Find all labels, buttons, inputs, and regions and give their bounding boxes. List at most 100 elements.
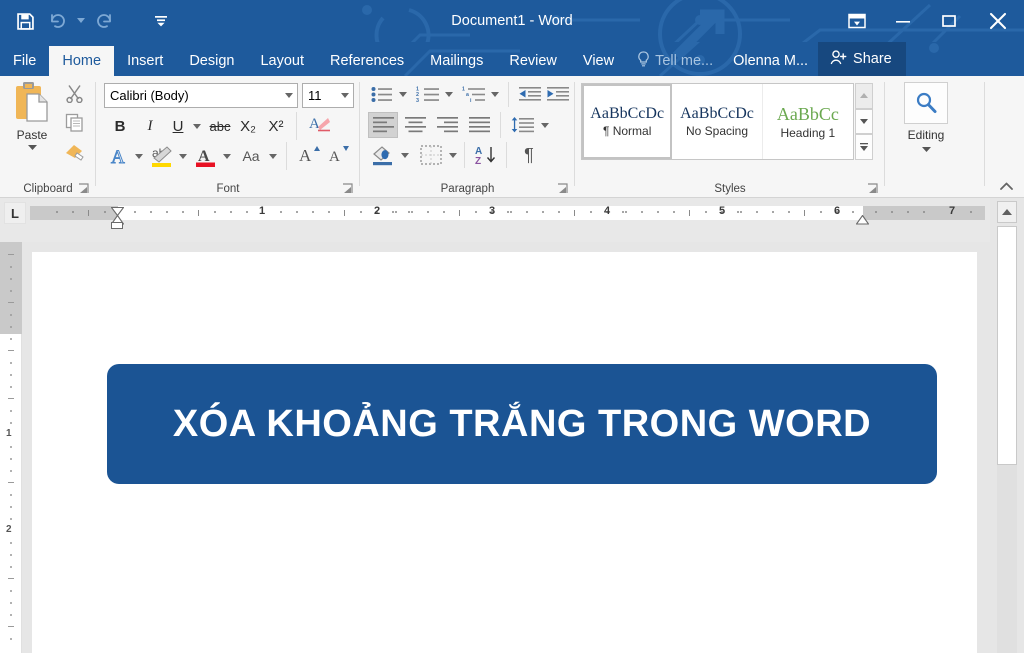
shading-dropdown-icon[interactable] bbox=[398, 142, 412, 168]
tab-mailings[interactable]: Mailings bbox=[417, 46, 496, 76]
cut-button[interactable] bbox=[60, 80, 88, 106]
hanging-indent-marker[interactable] bbox=[110, 212, 125, 225]
font-name-combobox[interactable]: Calibri (Body) bbox=[104, 83, 298, 108]
left-indent-marker[interactable] bbox=[111, 222, 123, 229]
tab-insert[interactable]: Insert bbox=[114, 46, 176, 76]
strikethrough-button[interactable]: abc bbox=[206, 114, 234, 138]
tab-home[interactable]: Home bbox=[49, 46, 115, 76]
tell-me-box[interactable]: Tell me... bbox=[627, 46, 723, 76]
quick-access-toolbar bbox=[10, 0, 176, 42]
styles-scroll-down-button[interactable] bbox=[855, 108, 873, 135]
sort-button[interactable]: A Z bbox=[472, 142, 502, 168]
tab-layout[interactable]: Layout bbox=[247, 46, 317, 76]
scrollbar-thumb[interactable] bbox=[997, 226, 1017, 465]
bold-button[interactable]: B bbox=[108, 114, 132, 138]
account-name[interactable]: Olenna M... bbox=[723, 46, 818, 76]
tab-stop-selector[interactable]: L bbox=[4, 202, 26, 224]
underline-dropdown-icon[interactable] bbox=[190, 114, 204, 138]
tab-references[interactable]: References bbox=[317, 46, 417, 76]
bullets-dropdown-icon[interactable] bbox=[396, 82, 410, 106]
first-line-indent-marker[interactable] bbox=[110, 203, 125, 217]
numbering-button[interactable]: 1 2 3 bbox=[414, 82, 442, 106]
text-effects-button[interactable]: A bbox=[106, 144, 132, 168]
bullets-button[interactable] bbox=[368, 82, 396, 106]
style-item-normal[interactable]: AaBbCcDc ¶ Normal bbox=[582, 84, 673, 159]
paste-icon bbox=[16, 82, 48, 122]
undo-dropdown-icon[interactable] bbox=[74, 6, 88, 36]
maximize-restore-button[interactable] bbox=[926, 4, 972, 38]
right-indent-marker[interactable] bbox=[855, 212, 870, 225]
shading-button[interactable] bbox=[368, 142, 398, 168]
vertical-ruler[interactable]: 1 2 bbox=[0, 242, 22, 653]
justify-button[interactable] bbox=[464, 112, 494, 138]
customize-qat-icon[interactable] bbox=[146, 6, 176, 36]
subscript-button[interactable]: X₂ bbox=[236, 114, 260, 138]
vertical-scrollbar[interactable] bbox=[990, 198, 1024, 653]
change-case-dropdown-icon[interactable] bbox=[266, 144, 280, 168]
clear-formatting-button[interactable]: A bbox=[304, 112, 334, 136]
undo-icon[interactable] bbox=[42, 6, 72, 36]
styles-gallery[interactable]: AaBbCcDc ¶ Normal AaBbCcDc No Spacing Aa… bbox=[581, 83, 854, 160]
group-styles: AaBbCcDc ¶ Normal AaBbCcDc No Spacing Aa… bbox=[575, 76, 885, 198]
font-dialog-launcher[interactable] bbox=[342, 182, 354, 194]
line-spacing-dropdown-icon[interactable] bbox=[538, 112, 552, 138]
font-color-dropdown-icon[interactable] bbox=[220, 144, 234, 168]
ruler-left-margin bbox=[30, 206, 118, 220]
vruler-top-margin bbox=[0, 242, 22, 334]
italic-button[interactable]: I bbox=[138, 114, 162, 138]
underline-button[interactable]: U bbox=[166, 114, 190, 138]
horizontal-ruler[interactable]: L 1 2 3 4 5 6 7 bbox=[0, 198, 1024, 242]
increase-indent-button[interactable] bbox=[544, 82, 572, 106]
styles-scroll-up-button[interactable] bbox=[855, 83, 873, 109]
align-center-button[interactable] bbox=[400, 112, 430, 138]
tab-design[interactable]: Design bbox=[176, 46, 247, 76]
ribbon-display-options-icon[interactable] bbox=[834, 4, 880, 38]
collapse-ribbon-button[interactable] bbox=[996, 177, 1016, 195]
change-case-button[interactable]: Aa bbox=[236, 144, 266, 168]
numbering-dropdown-icon[interactable] bbox=[442, 82, 456, 106]
ruler-right-margin bbox=[863, 206, 985, 220]
align-left-button[interactable] bbox=[368, 112, 398, 138]
align-right-button[interactable] bbox=[432, 112, 462, 138]
minimize-button[interactable] bbox=[880, 4, 926, 38]
close-button[interactable] bbox=[972, 4, 1024, 38]
paragraph-dialog-launcher[interactable] bbox=[557, 182, 569, 194]
document-banner[interactable]: XÓA KHOẢNG TRẮNG TRONG WORD bbox=[107, 364, 937, 484]
tab-review[interactable]: Review bbox=[496, 46, 570, 76]
multilevel-dropdown-icon[interactable] bbox=[488, 82, 502, 106]
editing-button[interactable]: Editing bbox=[899, 82, 953, 153]
styles-dialog-launcher[interactable] bbox=[867, 182, 879, 194]
text-highlight-button[interactable]: ab bbox=[148, 144, 176, 168]
tab-view[interactable]: View bbox=[570, 46, 627, 76]
highlight-dropdown-icon[interactable] bbox=[176, 144, 190, 168]
superscript-button[interactable]: X² bbox=[264, 114, 288, 138]
grow-font-button[interactable]: A bbox=[296, 142, 326, 166]
ribbon-tab-strip: File Home Insert Design Layout Reference… bbox=[0, 42, 1024, 76]
styles-more-button[interactable] bbox=[855, 134, 873, 161]
font-color-button[interactable]: A bbox=[192, 144, 220, 168]
font-size-combobox[interactable]: 11 bbox=[302, 83, 354, 108]
line-spacing-button[interactable] bbox=[508, 112, 538, 138]
borders-button[interactable] bbox=[416, 142, 446, 168]
format-painter-button[interactable] bbox=[60, 138, 88, 164]
multilevel-list-button[interactable]: 1 a i bbox=[460, 82, 488, 106]
paste-button[interactable]: Paste bbox=[8, 80, 56, 174]
scrollbar-track[interactable] bbox=[997, 465, 1017, 653]
show-formatting-marks-button[interactable]: ¶ bbox=[514, 142, 544, 168]
save-icon[interactable] bbox=[10, 6, 40, 36]
borders-dropdown-icon[interactable] bbox=[446, 142, 460, 168]
style-item-heading-1[interactable]: AaBbCc Heading 1 bbox=[763, 84, 853, 159]
document-page[interactable]: XÓA KHOẢNG TRẮNG TRONG WORD bbox=[32, 252, 977, 653]
share-button[interactable]: Share bbox=[818, 42, 906, 76]
style-item-no-spacing[interactable]: AaBbCcDc No Spacing bbox=[672, 84, 763, 159]
clipboard-dialog-launcher[interactable] bbox=[78, 182, 90, 194]
copy-button[interactable] bbox=[60, 109, 88, 135]
ruler-number: 7 bbox=[949, 205, 956, 217]
decrease-indent-button[interactable] bbox=[516, 82, 544, 106]
tab-file[interactable]: File bbox=[0, 46, 49, 76]
redo-icon[interactable] bbox=[90, 6, 120, 36]
text-effects-dropdown-icon[interactable] bbox=[132, 144, 146, 168]
scroll-up-button[interactable] bbox=[997, 201, 1017, 223]
shrink-font-button[interactable]: A bbox=[326, 142, 356, 166]
ruler-number: 3 bbox=[489, 205, 496, 217]
